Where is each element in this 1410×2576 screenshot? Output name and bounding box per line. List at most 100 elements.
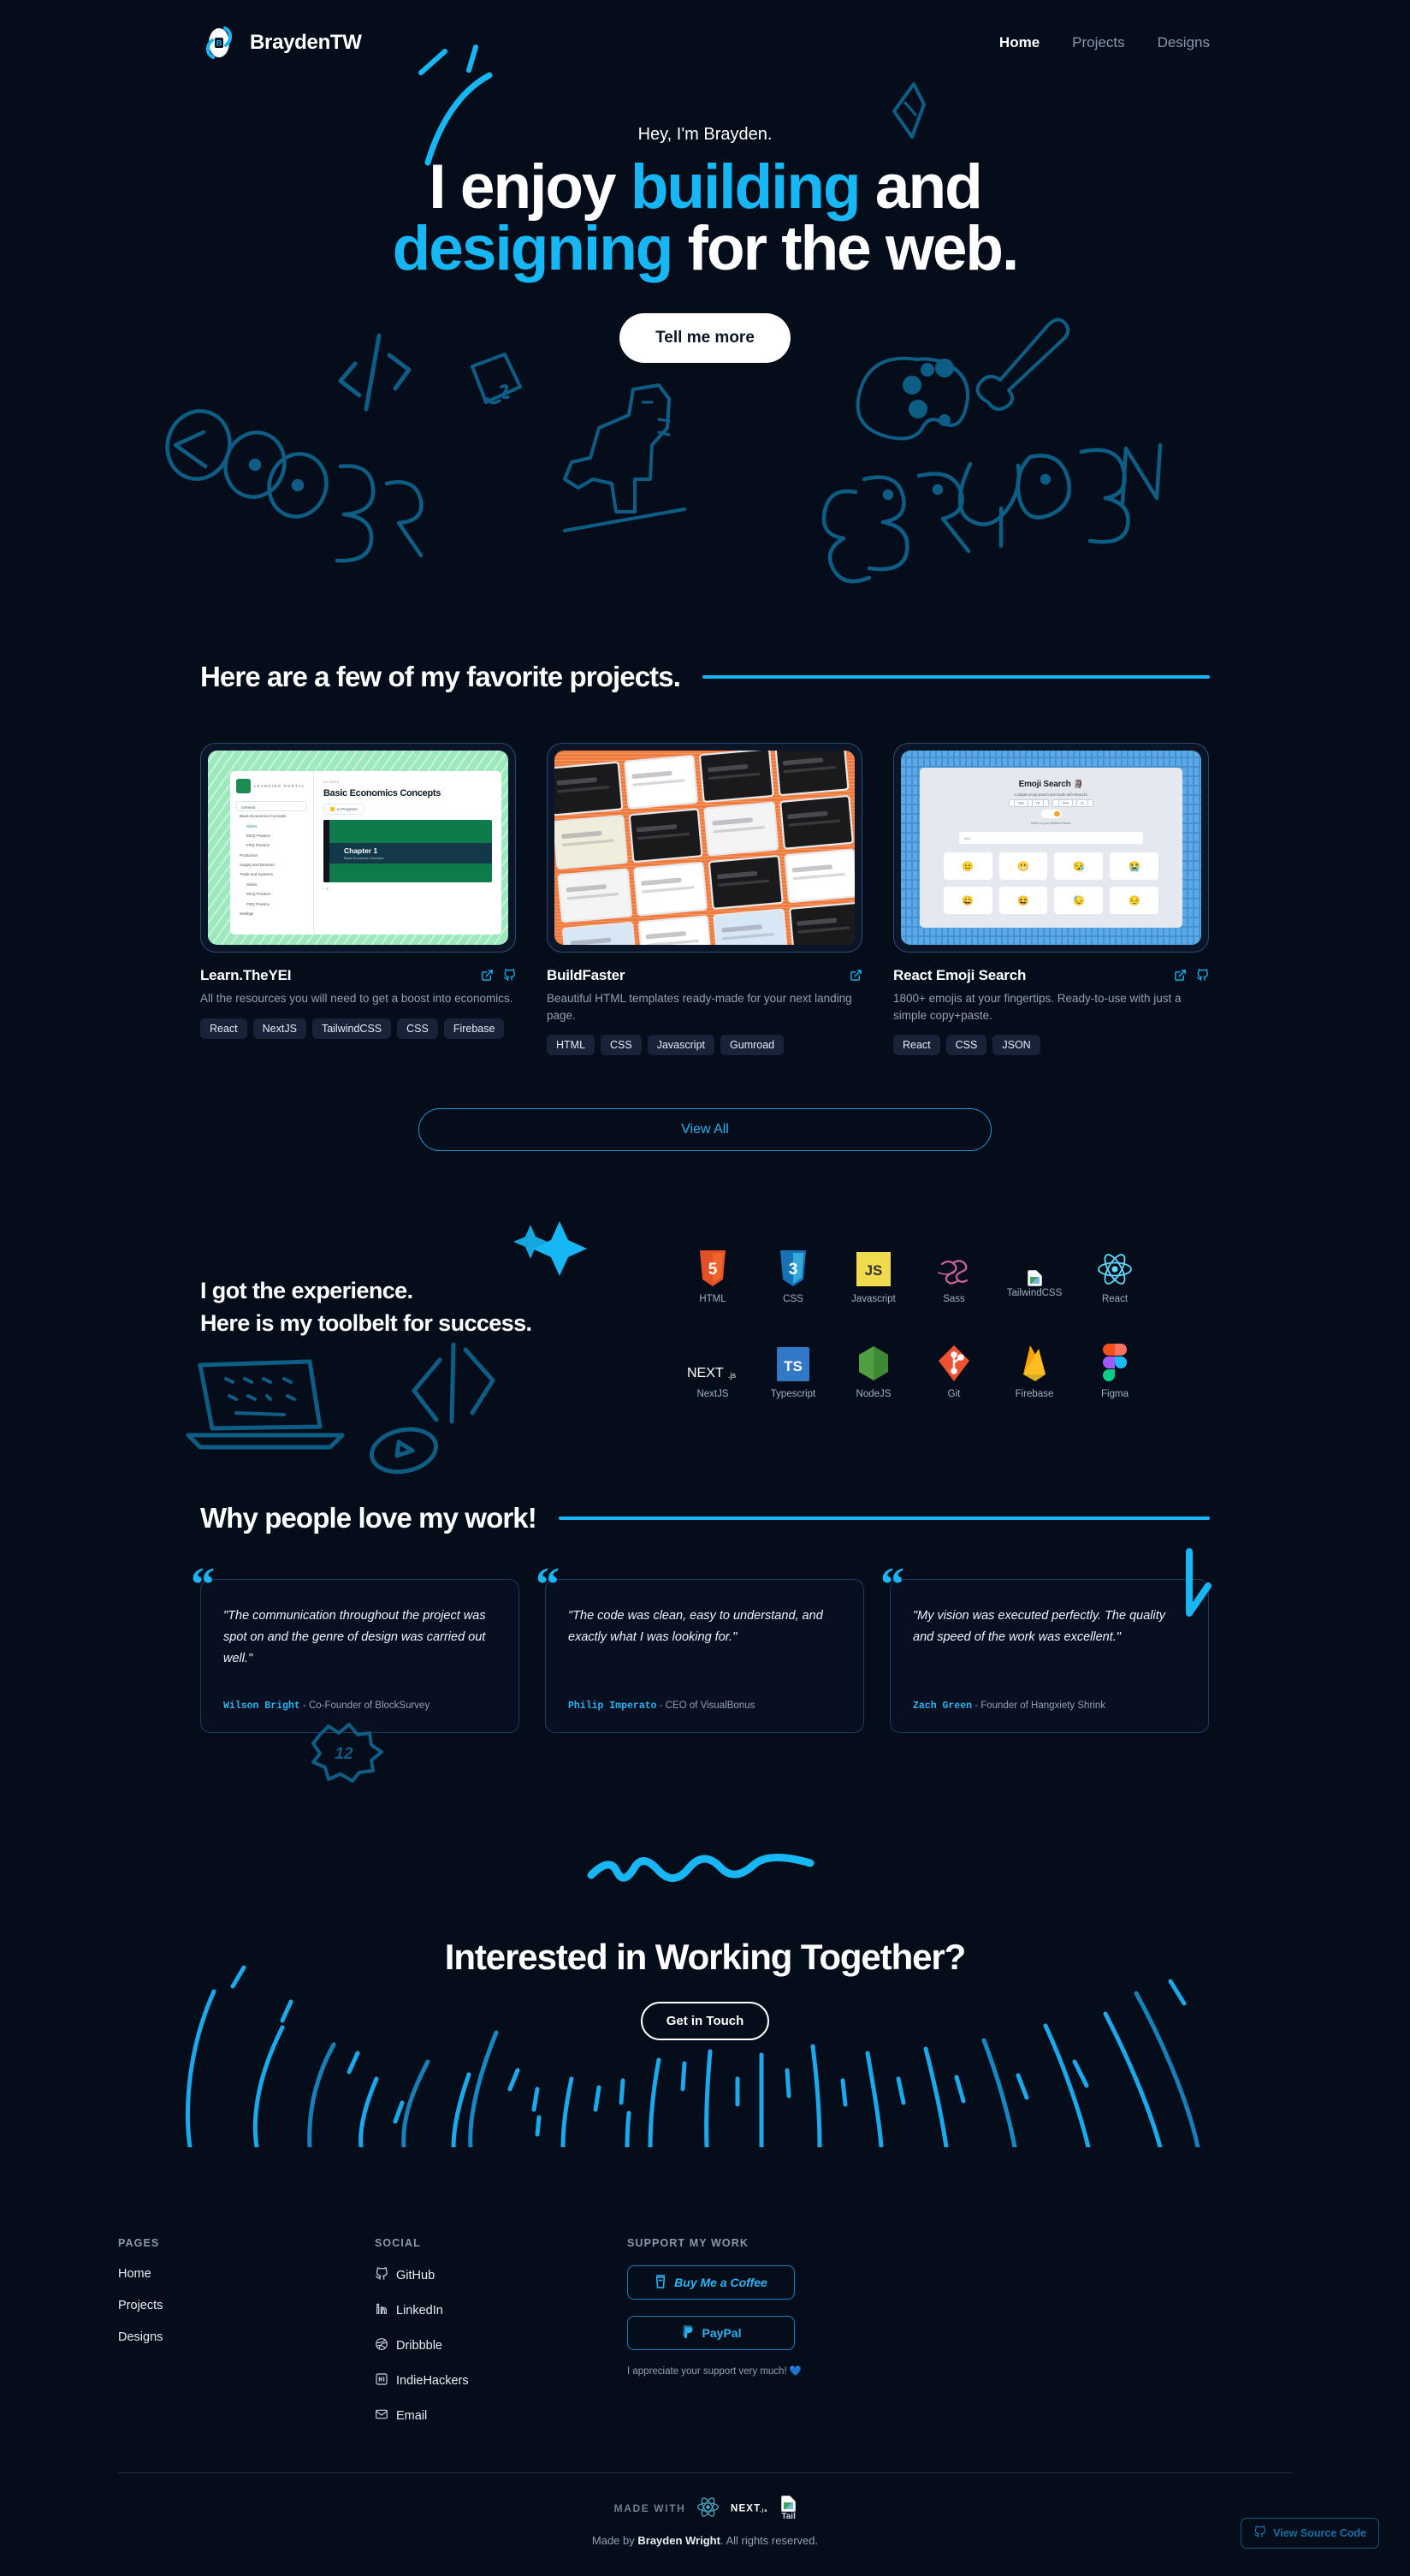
emoji-cell: 😭 xyxy=(1110,852,1159,880)
buy-me-a-coffee-button[interactable]: Buy Me a Coffee xyxy=(627,2265,795,2300)
get-in-touch-button[interactable]: Get in Touch xyxy=(640,2002,770,2041)
emoji-app-badges: Star 78 Fork 21 xyxy=(920,798,1182,807)
portal-settings: Settings xyxy=(240,911,254,916)
project-description: Beautiful HTML templates ready-made for … xyxy=(547,992,852,1022)
footer-columns: PAGES Home Projects Designs SOCIAL GitHu… xyxy=(0,2237,1410,2425)
footer-divider xyxy=(118,2472,1292,2474)
top-navigation: B BraydenTW Home Projects Designs xyxy=(0,0,1410,86)
testimonials-section: Why people love my work! “ "The communic… xyxy=(191,1502,1212,1784)
paypal-button[interactable]: PayPal xyxy=(627,2316,795,2351)
project-links xyxy=(850,967,862,986)
portal-nav-item: FRQ Practice xyxy=(246,843,270,848)
portal-title: Basic Economics Concepts xyxy=(323,788,441,798)
skill-label: TailwindCSS xyxy=(1006,1288,1063,1299)
thumb-template-grid xyxy=(554,751,855,945)
footer-head-support: SUPPORT MY WORK xyxy=(627,2237,749,2250)
footer-link-home[interactable]: Home xyxy=(118,2267,375,2281)
testimonial-attribution: Zach Green - Founder of Hangxiety Shrink xyxy=(913,1682,1186,1712)
project-tag: Gumroad xyxy=(720,1035,785,1056)
react-icon xyxy=(696,2496,720,2520)
testimonial-quote: "My vision was executed perfectly. The q… xyxy=(913,1609,1166,1645)
testimonial-card: “ "My vision was executed perfectly. The… xyxy=(880,1561,1209,1734)
nav-link-designs[interactable]: Designs xyxy=(1158,34,1210,51)
project-tag: React xyxy=(200,1018,247,1039)
project-links xyxy=(1174,967,1209,986)
css3-icon: 3 xyxy=(753,1245,833,1287)
quote-mark-icon: “ xyxy=(880,1558,904,1612)
project-thumbnail-learn-theyei[interactable]: LEARNING PORTAL General Basic Economics … xyxy=(200,743,516,953)
emoji-grid: 😐 😬 😪 😭 😀 😆 😓 😔 xyxy=(943,852,1159,914)
project-thumbnail-react-emoji-search[interactable]: Emoji Search 🗿 A simple emoji search too… xyxy=(893,743,1209,953)
skills-heading-line1: I got the experience. xyxy=(200,1278,413,1304)
emoji-app-subtitle: A simple emoji search tool made with Rea… xyxy=(1013,792,1089,797)
testimonial-name: Zach Green xyxy=(913,1701,973,1712)
footer-link-linkedin[interactable]: LinkedIn xyxy=(375,2302,627,2319)
skills-grid: 5 HTML 3 CSS JS Javascript Sass Tailwind… xyxy=(628,1245,1210,1399)
quote-mark-icon: “ xyxy=(536,1558,560,1612)
hero-line1-highlight: building xyxy=(630,152,862,222)
footer-link-projects[interactable]: Projects xyxy=(118,2299,375,2312)
typescript-icon: TS xyxy=(753,1340,833,1382)
emoji-cell: 😀 xyxy=(943,887,992,914)
github-icon xyxy=(375,2267,388,2284)
external-link-icon[interactable] xyxy=(1174,969,1187,986)
github-icon[interactable] xyxy=(503,969,516,986)
svg-text:12: 12 xyxy=(335,1745,353,1763)
tailwind-alt-text: Tail xyxy=(781,2512,796,2522)
portal-nav-item: Slides xyxy=(246,823,258,828)
emoji-cell: 😆 xyxy=(998,887,1048,914)
paypal-icon xyxy=(681,2324,695,2342)
footer-link-indiehackers[interactable]: IndieHackers xyxy=(375,2372,627,2389)
portal-nav-item: FRQ Practice xyxy=(246,901,270,906)
portal-logo-icon xyxy=(236,779,251,794)
footer-link-designs[interactable]: Designs xyxy=(118,2330,375,2344)
external-link-icon[interactable] xyxy=(850,969,862,986)
theme-toggle xyxy=(1040,810,1062,818)
nav-link-projects[interactable]: Projects xyxy=(1072,34,1124,51)
testimonial-card: “ "The code was clean, easy to understan… xyxy=(536,1561,864,1734)
testimonial-role: - Founder of Hangxiety Shrink xyxy=(972,1701,1105,1712)
emoji-cell: 😪 xyxy=(1054,852,1104,880)
emoji-cell: 😓 xyxy=(1054,887,1104,914)
footer-link-email[interactable]: Email xyxy=(375,2407,627,2425)
svg-text:3: 3 xyxy=(789,1261,798,1279)
tell-me-more-button[interactable]: Tell me more xyxy=(619,313,791,364)
skill-tailwindcss: TailwindCSS xyxy=(994,1245,1075,1304)
portal-nav-item: MCQ Practice xyxy=(246,892,271,897)
skills-row-1: 5 HTML 3 CSS JS Javascript Sass Tailwind… xyxy=(672,1245,1210,1304)
github-icon xyxy=(1253,2526,1266,2541)
testimonial-role: - CEO of VisualBonus xyxy=(656,1701,755,1712)
testimonials-heading: Why people love my work! xyxy=(200,1502,537,1534)
project-description: All the resources you will need to get a… xyxy=(200,992,513,1005)
cta-heading: Interested in Working Together? xyxy=(444,1937,966,1978)
footer-link-dribbble[interactable]: Dribbble xyxy=(375,2337,627,2354)
portal-nav-item: Trade and Systems xyxy=(240,872,273,877)
skills-section: I got the experience. Here is my toolbel… xyxy=(186,1221,1210,1475)
footer-link-github[interactable]: GitHub xyxy=(375,2267,627,2284)
hero-line2-highlight: designing xyxy=(392,213,674,283)
svg-text:TS: TS xyxy=(784,1358,803,1374)
view-source-code-badge[interactable]: View Source Code xyxy=(1241,2518,1379,2549)
skill-label: React xyxy=(1101,1294,1129,1305)
brand[interactable]: B BraydenTW xyxy=(200,24,362,62)
svg-text:NEXT: NEXT xyxy=(687,1366,724,1380)
git-icon xyxy=(914,1340,994,1382)
view-all-button[interactable]: View All xyxy=(418,1108,992,1152)
external-link-icon[interactable] xyxy=(481,969,494,986)
email-icon xyxy=(375,2407,388,2425)
emoji-cell: 😬 xyxy=(998,852,1048,880)
github-icon[interactable] xyxy=(1196,969,1209,986)
emoji-cell: 😔 xyxy=(1110,887,1159,914)
portal-logo-text: LEARNING PORTAL xyxy=(254,783,305,788)
portal-slide: Chapter 1 Basic Economic Concepts xyxy=(323,820,492,882)
nav-link-home[interactable]: Home xyxy=(999,34,1040,51)
testimonial-name: Philip Imperato xyxy=(568,1701,657,1712)
page-root: B BraydenTW Home Projects Designs Hey, I… xyxy=(0,0,1410,2549)
brand-name: BraydenTW xyxy=(250,31,362,54)
project-tags: React NextJS TailwindCSS CSS Firebase xyxy=(200,1018,516,1039)
skill-label: Sass xyxy=(943,1294,965,1305)
project-tag: TailwindCSS xyxy=(311,1018,392,1039)
squiggle-underline xyxy=(587,1854,815,1883)
project-thumbnail-buildfaster[interactable] xyxy=(547,743,862,953)
hero-line2-b: for the web. xyxy=(672,213,1020,283)
